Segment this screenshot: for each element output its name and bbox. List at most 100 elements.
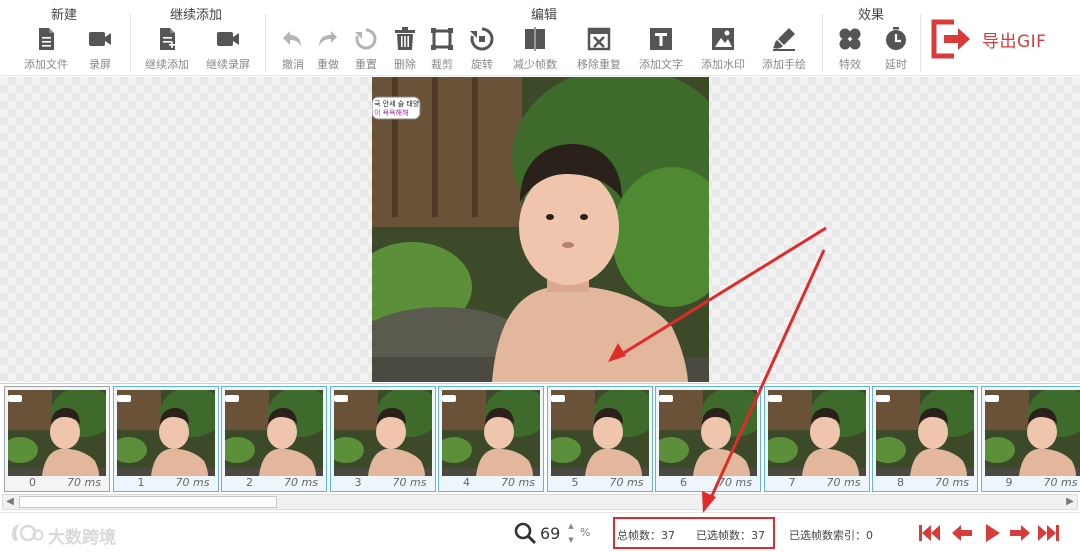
preview-photo [372,77,709,382]
watermark-text: 大数跨境 [48,528,116,548]
frame-thumbnail[interactable]: 7 70 ms [763,386,870,492]
frame-thumbnail[interactable]: 4 70 ms [438,386,544,492]
frame-thumbnail[interactable]: 8 70 ms [872,386,978,492]
toolbar: 新建 继续添加 编辑 效果 添加文件 录屏 继续添加 继续录屏 撤消 重做 重置… [0,0,1080,76]
continue-record-button[interactable]: 继续录屏 [200,26,256,74]
last-frame-icon[interactable] [1036,522,1060,544]
frame-index: 4 [463,476,470,489]
delay-button[interactable]: 延时 [868,26,924,74]
remove-duplicates-label: 移除重复 [577,58,621,71]
previous-frame-icon[interactable] [950,522,974,544]
frame-thumbnail[interactable]: 1 70 ms [112,386,219,492]
effects-icon [839,28,861,50]
reduce-frames-icon [525,27,545,51]
zoom-stepper[interactable]: ▲ ▼ [566,519,576,547]
brand-logo-icon [12,524,44,542]
rotate-button[interactable]: 旋转 [454,26,510,74]
frame-duration: 70 ms [67,476,101,489]
file-add-icon [160,28,175,50]
frame-thumbnail-image [333,390,432,476]
file-icon [39,28,54,50]
export-icon [931,19,970,59]
record-screen-button[interactable]: 录屏 [72,26,128,74]
add-drawing-button[interactable]: 添加手绘 [756,26,812,74]
rotate-icon [470,27,494,51]
frame-thumbnail-image [442,390,540,476]
video-camera-icon [217,32,239,46]
frame-duration: 70 ms [501,476,535,489]
add-file-label: 添加文件 [24,58,68,71]
gif-editor-app: 新建 继续添加 编辑 效果 添加文件 录屏 继续添加 继续录屏 撤消 重做 重置… [0,0,1080,552]
frame-thumbnail-image [876,390,974,476]
add-drawing-label: 添加手绘 [762,58,806,71]
frame-thumbnail[interactable]: 2 70 ms [221,386,327,492]
canvas-area[interactable]: 국 안세 슬 태양 이 욕욕해해 [0,77,1080,382]
remove-duplicates-button[interactable]: 移除重复 [571,26,627,74]
frame-index: 5 [571,476,579,489]
zoom-input[interactable] [540,522,566,544]
frame-index: 6 [680,476,687,489]
frame-thumbnail-image [767,390,866,476]
zoom-unit: % [580,526,591,539]
frame-thumbnail[interactable]: 0 70 ms [4,386,110,492]
frame-index: 1 [137,476,145,489]
add-file-button[interactable]: 添加文件 [18,26,74,74]
frame-duration: 70 ms [175,476,210,489]
total-frames-text: 总帧数：37 [617,529,675,542]
text-icon [650,28,672,50]
frame-duration: 70 ms [718,476,752,489]
preview-image: 국 안세 슬 태양 이 욕욕해해 [372,77,709,382]
magnifier-icon[interactable] [513,521,537,545]
group-title-edit: 编辑 [531,8,558,23]
frame-index: 7 [788,476,796,489]
reset-icon [355,28,377,50]
scroll-left-arrow-icon[interactable]: ◀ [3,495,17,509]
frame-list: 0 70 ms 1 70 ms 2 70 ms 3 70 ms 4 70 ms 5 70 ms 6 70 … [0,383,1080,511]
next-frame-icon[interactable] [1008,522,1032,544]
reduce-frames-button[interactable]: 减少帧数 [507,26,563,74]
export-gif-button[interactable]: 导出GIF [928,16,1068,62]
frame-thumbnail[interactable]: 5 70 ms [546,386,653,492]
frame-index: 9 [1005,476,1013,489]
watermark-icon [712,28,734,50]
continue-add-label: 继续添加 [145,58,189,71]
add-text-label: 添加文字 [639,58,683,71]
frame-index: 3 [354,476,362,489]
selected-index-text: 已选帧数索引：0 [789,529,873,542]
first-frame-icon[interactable] [918,522,942,544]
continue-add-button[interactable]: 继续添加 [139,26,195,74]
group-title-effects: 效果 [858,8,885,23]
preview-sticker-line2: 이 욕욕해해 [374,109,409,117]
frame-duration: 70 ms [284,476,318,489]
scrollbar-thumb[interactable] [19,496,277,508]
frame-thumbnail-image [659,390,757,476]
add-watermark-label: 添加水印 [701,58,745,71]
frame-thumbnail[interactable]: 9 70 ms [980,386,1080,492]
delay-label: 延时 [885,58,907,71]
frame-thumbnail-image [984,390,1080,476]
crop-icon [431,28,453,50]
frame-duration: 70 ms [609,476,644,489]
scroll-right-arrow-icon[interactable]: ▶ [1063,495,1077,509]
status-bar: 大数跨境 ▲▼ % 总帧数：37 已选帧数：37 已选帧数索引：0 [0,512,1080,552]
video-camera-icon [89,32,111,46]
add-watermark-button[interactable]: 添加水印 [695,26,751,74]
frame-duration: 70 ms [1043,476,1078,489]
record-screen-label: 录屏 [89,58,111,71]
remove-duplicates-icon [587,27,611,51]
frame-index: 0 [29,476,36,489]
frame-thumbnail[interactable]: 6 70 ms [655,386,761,492]
horizontal-scrollbar[interactable]: ◀ ▶ [2,494,1078,510]
frame-thumbnail-image [550,390,649,476]
selected-frames-text: 已选帧数：37 [696,529,765,542]
export-gif-label: 导出GIF [982,32,1047,52]
toolbar-separator [130,14,131,72]
frame-thumbnail-image [8,390,106,476]
frame-thumbnail-image [225,390,323,476]
rotate-label: 旋转 [471,58,493,71]
add-text-button[interactable]: 添加文字 [633,26,689,74]
play-icon[interactable] [980,522,1004,544]
frame-duration: 70 ms [826,476,861,489]
continue-record-label: 继续录屏 [206,58,250,71]
frame-thumbnail[interactable]: 3 70 ms [329,386,436,492]
